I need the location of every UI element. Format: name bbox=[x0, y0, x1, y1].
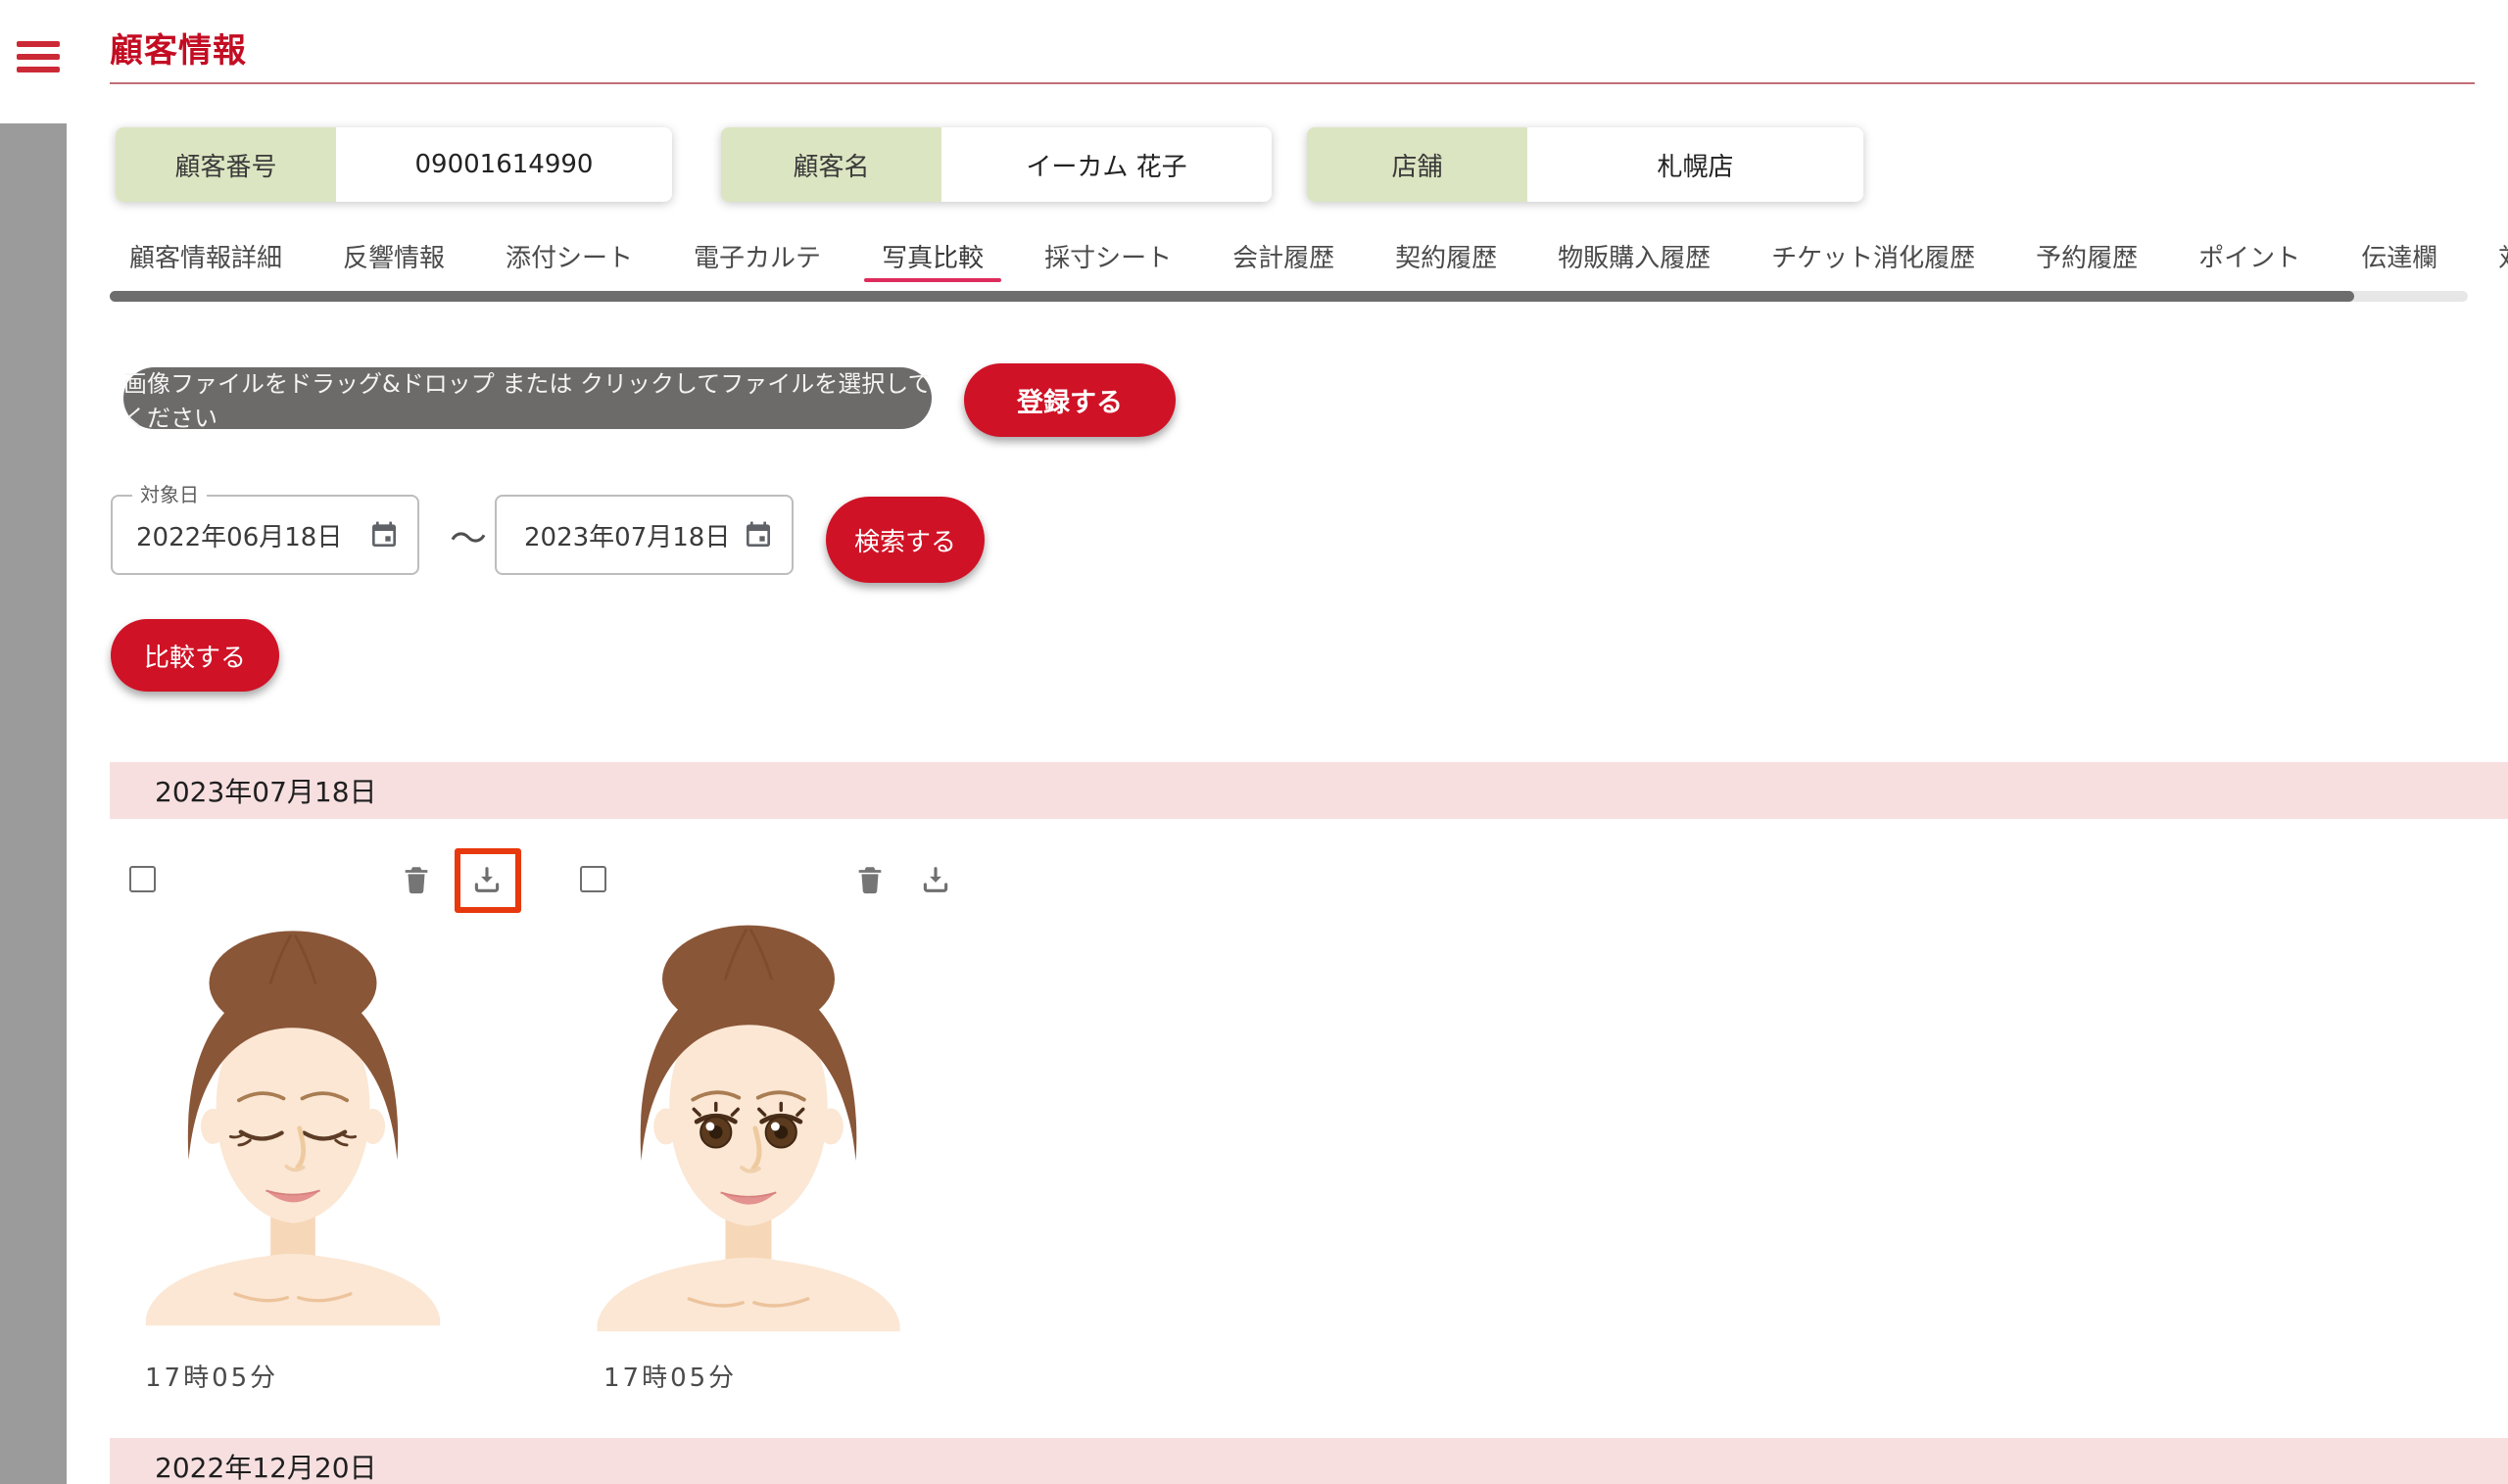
page-title: 顧客情報 bbox=[110, 24, 247, 72]
customer-name-value: イーカム 花子 bbox=[941, 127, 1272, 202]
tab-7[interactable]: 会計履歴 bbox=[1232, 235, 1334, 282]
photo-checkbox[interactable] bbox=[580, 866, 606, 892]
date-range-separator: ～ bbox=[439, 495, 498, 575]
tab-8[interactable]: 契約履歴 bbox=[1395, 235, 1497, 282]
date-from-floating-label: 対象日 bbox=[132, 483, 207, 506]
photo-timestamp: 17時05分 bbox=[603, 1358, 737, 1394]
section-date: 2022年12月20日 bbox=[155, 1447, 377, 1484]
download-icon[interactable] bbox=[470, 863, 504, 896]
customer-info-page: 顧客情報 顧客番号 09001614990 顧客名 イーカム 花子 店舗 札幌店… bbox=[0, 0, 2508, 1484]
date-section-banner: 2023年07月18日 bbox=[110, 762, 2508, 819]
date-to-input[interactable]: 2023年07月18日 bbox=[495, 495, 794, 575]
store-label: 店舗 bbox=[1307, 127, 1527, 202]
tab-12[interactable]: ポイント bbox=[2198, 235, 2300, 282]
date-from-value: 2022年06月18日 bbox=[136, 517, 368, 553]
trash-icon[interactable] bbox=[853, 863, 887, 896]
calendar-icon[interactable] bbox=[368, 519, 400, 551]
date-to-value: 2023年07月18日 bbox=[524, 517, 743, 553]
tab-5[interactable]: 写真比較 bbox=[882, 235, 984, 282]
search-button[interactable]: 検索する bbox=[826, 497, 985, 583]
store-field: 店舗 札幌店 bbox=[1307, 127, 1863, 202]
trash-icon[interactable] bbox=[400, 863, 433, 896]
download-icon[interactable] bbox=[919, 863, 952, 896]
tab-13[interactable]: 伝達欄 bbox=[2361, 235, 2437, 282]
tab-6[interactable]: 採寸シート bbox=[1044, 235, 1172, 282]
date-section-banner: 2022年12月20日 bbox=[110, 1438, 2508, 1484]
tab-scrollbar-thumb[interactable] bbox=[110, 291, 2354, 302]
hamburger-menu-icon[interactable] bbox=[17, 41, 60, 72]
section-date: 2023年07月18日 bbox=[155, 771, 377, 810]
tab-3[interactable]: 添付シート bbox=[506, 235, 633, 282]
tab-1[interactable]: 顧客情報詳細 bbox=[129, 235, 282, 282]
tab-bar: 顧客情報詳細 反響情報 添付シート 電子カルテ 写真比較 採寸シート 会計履歴 契約履歴 物販購… bbox=[129, 235, 2508, 282]
image-dropzone[interactable]: 画像ファイルをドラッグ&ドロップ または クリックしてファイルを選択してください bbox=[123, 367, 932, 429]
tab-scrollbar-track[interactable] bbox=[110, 291, 2468, 302]
photo-timestamp: 17時05分 bbox=[145, 1358, 278, 1394]
tab-11[interactable]: 予約履歴 bbox=[2036, 235, 2138, 282]
customer-photo[interactable] bbox=[576, 917, 921, 1332]
customer-number-label: 顧客番号 bbox=[116, 127, 336, 202]
left-sidebar-rail bbox=[0, 123, 67, 1484]
customer-name-field: 顧客名 イーカム 花子 bbox=[721, 127, 1272, 202]
tab-10[interactable]: チケット消化履歴 bbox=[1771, 235, 1975, 282]
tab-2[interactable]: 反響情報 bbox=[343, 235, 445, 282]
date-from-input[interactable]: 対象日 2022年06月18日 bbox=[111, 495, 419, 575]
register-button[interactable]: 登録する bbox=[964, 363, 1176, 437]
title-divider bbox=[110, 82, 2475, 84]
dropzone-text: 画像ファイルをドラッグ&ドロップ または クリックしてファイルを選択してください bbox=[123, 364, 932, 433]
store-value: 札幌店 bbox=[1527, 127, 1863, 202]
tab-4[interactable]: 電子カルテ bbox=[694, 235, 821, 282]
compare-button[interactable]: 比較する bbox=[111, 619, 279, 692]
calendar-icon[interactable] bbox=[743, 519, 774, 551]
customer-number-field: 顧客番号 09001614990 bbox=[116, 127, 672, 202]
tab-9[interactable]: 物販購入履歴 bbox=[1558, 235, 1711, 282]
photo-checkbox[interactable] bbox=[129, 866, 156, 892]
customer-name-label: 顧客名 bbox=[721, 127, 941, 202]
customer-photo[interactable] bbox=[125, 917, 460, 1332]
tab-14[interactable]: 対応履歴 bbox=[2498, 235, 2508, 282]
customer-number-value: 09001614990 bbox=[336, 127, 672, 202]
